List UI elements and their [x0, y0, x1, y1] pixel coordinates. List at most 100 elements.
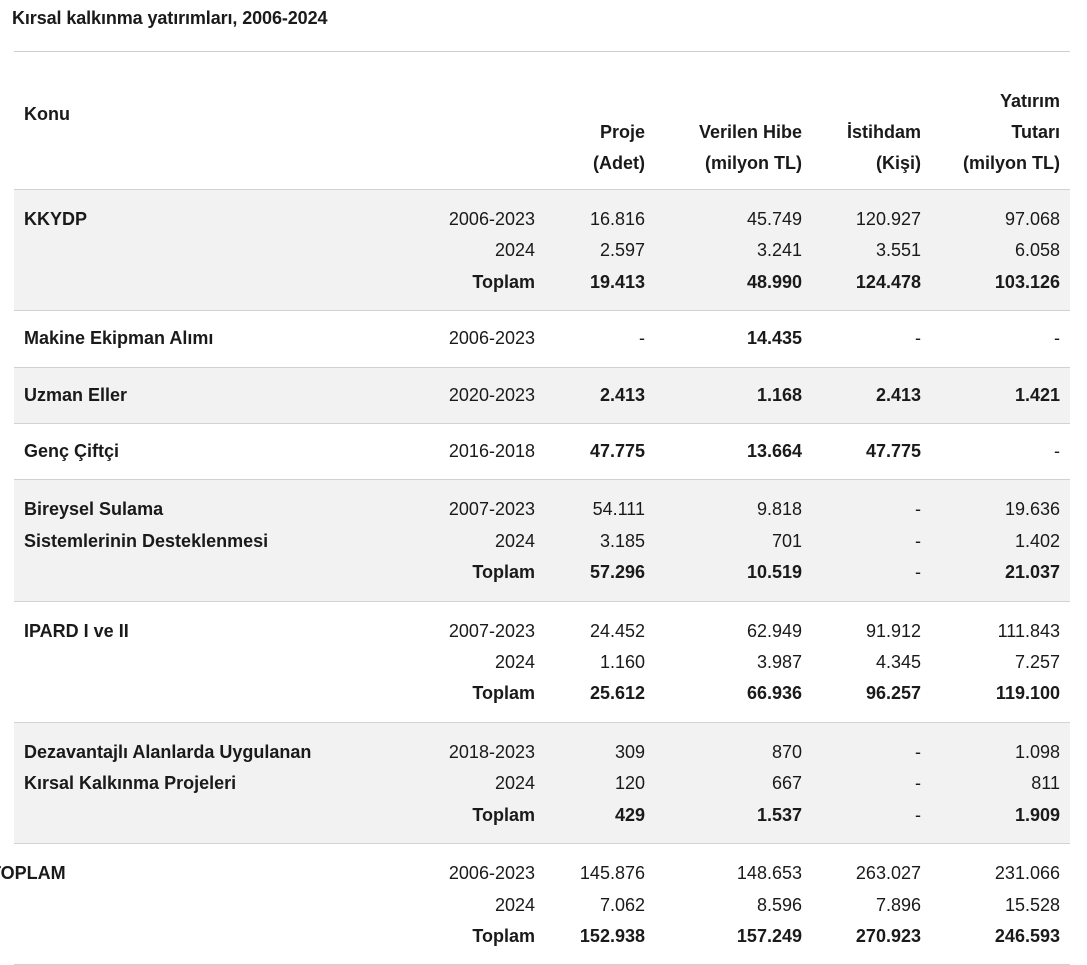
cell-period: 2016-2018 — [379, 423, 545, 481]
header-period — [379, 80, 545, 190]
cell-istihdam: - — [812, 722, 931, 769]
cell-yatirim: 1.909 — [931, 799, 1070, 845]
cell-hibe: 48.990 — [655, 266, 812, 312]
cell-hibe: 66.936 — [655, 678, 812, 723]
cell-hibe: 8.596 — [756, 894, 802, 915]
cell-yatirim: 7.257 — [1014, 652, 1060, 673]
cell-istihdam: - — [812, 525, 931, 558]
group-name: Makine Ekipman Alımı — [14, 310, 379, 368]
cell-period: Toplam — [379, 799, 545, 845]
header-istihdam: İstihdam (Kişi) — [812, 80, 931, 190]
cell-yatirim: 1.402 — [931, 525, 1070, 558]
cell-istihdam: - — [812, 799, 931, 845]
group-name: Genç Çiftçi — [14, 423, 379, 481]
table-row: KKYDP 2006-2023 16.816 45.749 120.927 97… — [14, 189, 1070, 312]
cell-period: 2007-2023 — [379, 479, 545, 526]
cell-yatirim: 6.058 — [931, 235, 1070, 267]
cell-hibe: 3.241 — [655, 235, 812, 267]
cell-proje: 3.185 — [545, 525, 655, 558]
cell-period: Toplam — [379, 678, 545, 723]
cell-period: Toplam — [379, 557, 545, 602]
cell-period: 2024 — [379, 525, 545, 558]
table-row: Genç Çiftçi 2016-2018 47.775 13.664 47.7… — [14, 423, 1070, 481]
cell-period: 2007-2023 — [448, 620, 535, 641]
cell-proje: 145.876 — [579, 863, 645, 884]
cell-proje: 1.160 — [599, 652, 645, 673]
cell-proje: 47.775 — [545, 423, 655, 481]
group-name: IPARD I ve II — [14, 601, 379, 723]
cell-istihdam: 91.912 — [865, 620, 921, 641]
cell-period: Toplam — [379, 920, 545, 965]
cell-period: 2006-2023 — [448, 863, 535, 884]
table-row: Uzman Eller 2020-2023 2.413 1.168 2.413 … — [14, 367, 1070, 425]
table-row: Bireysel Sulama Sistemlerinin Desteklenme… — [14, 479, 1070, 602]
title-divider — [14, 51, 1070, 52]
cell-yatirim: 21.037 — [931, 557, 1070, 602]
cell-hibe: 667 — [655, 768, 812, 800]
cell-hibe: 148.653 — [736, 863, 802, 884]
cell-proje: 429 — [545, 799, 655, 845]
cell-proje: 25.612 — [545, 678, 655, 723]
cell-hibe: 10.519 — [655, 557, 812, 602]
cell-istihdam: - — [812, 768, 931, 800]
cell-proje: 24.452 — [589, 620, 645, 641]
group-uzman-eller: Uzman Eller 2020-2023 2.413 1.168 2.413 … — [14, 367, 1070, 425]
cell-yatirim: 119.100 — [931, 678, 1070, 723]
cell-yatirim: - — [931, 310, 1070, 368]
cell-istihdam: 4.345 — [875, 652, 921, 673]
cell-yatirim: - — [931, 423, 1070, 481]
cell-istihdam: - — [812, 479, 931, 526]
cell-hibe: 1.537 — [655, 799, 812, 845]
cell-period: 2024 — [379, 235, 545, 267]
header-konu: Konu — [14, 80, 379, 190]
header-row: Konu Proje (Adet) Verilen Hibe (milyon TL)… — [14, 80, 1070, 190]
group-name: TOPLAM — [0, 843, 379, 965]
table-row: TOPLAM 2006-2023 145.876 148.653 263.027… — [0, 843, 1070, 965]
group-name: Dezavantajlı Alanlarda Uygulanan Kırsal K… — [14, 722, 379, 845]
cell-yatirim: 1.421 — [931, 367, 1070, 425]
table-row: Makine Ekipman Alımı 2006-2023 - 14.435 … — [14, 310, 1070, 368]
cell-hibe: 13.664 — [655, 423, 812, 481]
cell-period: Toplam — [379, 266, 545, 312]
cell-yatirim: 97.068 — [931, 189, 1070, 236]
group-name: Uzman Eller — [14, 367, 379, 425]
group-bireysel-sulama: Bireysel Sulama Sistemlerinin Desteklenme… — [14, 479, 1070, 602]
cell-istihdam: 263.027 — [855, 863, 921, 884]
group-ipard: IPARD I ve II 2007-2023 24.452 62.949 91… — [14, 601, 1070, 723]
cell-period: 2006-2023 — [379, 310, 545, 368]
cell-yatirim: 231.066 — [994, 863, 1060, 884]
page-title: Kırsal kalkınma yatırımları, 2006-2024 — [12, 8, 328, 28]
cell-istihdam: 124.478 — [812, 266, 931, 312]
cell-hibe: 870 — [655, 722, 812, 769]
cell-proje: 54.111 — [545, 479, 655, 526]
cell-yatirim: 19.636 — [931, 479, 1070, 526]
cell-proje: 2.413 — [545, 367, 655, 425]
cell-hibe: 14.435 — [655, 310, 812, 368]
cell-istihdam: 2.413 — [812, 367, 931, 425]
header-yatirim: Yatırım Tutarı (milyon TL) — [931, 80, 1070, 190]
cell-istihdam: 120.927 — [812, 189, 931, 236]
cell-period: 2024 — [494, 894, 535, 915]
cell-hibe: 9.818 — [655, 479, 812, 526]
header-proje: Proje (Adet) — [545, 80, 655, 190]
cell-istihdam: - — [812, 310, 931, 368]
cell-yatirim: 246.593 — [931, 920, 1070, 965]
cell-yatirim: 1.098 — [931, 722, 1070, 769]
cell-istihdam: 7.896 — [875, 894, 921, 915]
group-genc-ciftci: Genç Çiftçi 2016-2018 47.775 13.664 47.7… — [14, 423, 1070, 481]
cell-proje: - — [545, 310, 655, 368]
group-name: Bireysel Sulama Sistemlerinin Desteklenme… — [14, 479, 379, 602]
table-row: Dezavantajlı Alanlarda Uygulanan Kırsal K… — [14, 722, 1070, 845]
group-toplam: TOPLAM 2006-2023 145.876 148.653 263.027… — [0, 843, 1070, 965]
cell-yatirim: 15.528 — [1004, 894, 1060, 915]
cell-hibe: 3.987 — [756, 652, 802, 673]
cell-hibe: 62.949 — [746, 620, 802, 641]
cell-hibe: 45.749 — [655, 189, 812, 236]
cell-proje: 309 — [545, 722, 655, 769]
group-kkydp: KKYDP 2006-2023 16.816 45.749 120.927 97… — [14, 189, 1070, 312]
cell-yatirim: 111.843 — [997, 620, 1060, 641]
cell-yatirim: 811 — [931, 768, 1070, 800]
investment-table: Konu Proje (Adet) Verilen Hibe (milyon TL)… — [0, 80, 1070, 965]
cell-hibe: 701 — [655, 525, 812, 558]
cell-proje: 19.413 — [545, 266, 655, 312]
